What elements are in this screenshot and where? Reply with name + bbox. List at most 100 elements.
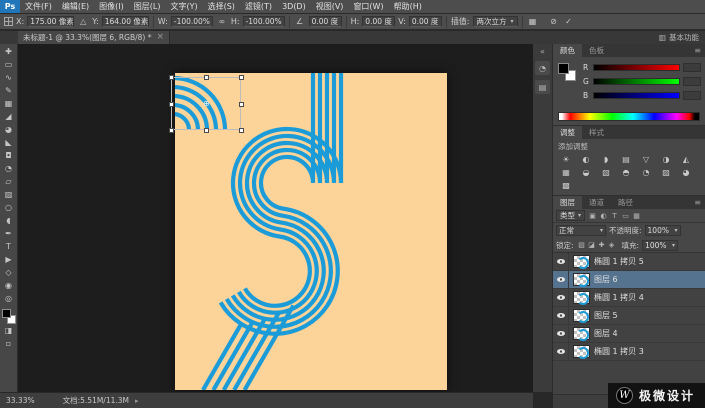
adjustment-icon[interactable]: ◑ [656,153,676,166]
transform-handle[interactable] [239,102,244,107]
tab-color[interactable]: 颜色 [553,44,582,57]
document-tab[interactable]: 未标题-1 @ 33.3%(图层 6, RGB/8) * × [18,31,170,44]
menubar-item[interactable]: 图层(L) [129,0,166,13]
rotation-input[interactable]: 0.00 度 [308,16,342,27]
layer-thumbnail[interactable] [573,327,590,341]
transform-bounding-box[interactable]: ⊕ [169,75,244,133]
layer-thumbnail[interactable] [573,291,590,305]
layer-visibility-toggle[interactable] [553,253,569,271]
cancel-transform-button[interactable]: ⊘ [548,16,560,28]
pen-tool[interactable]: ✒ [1,227,17,240]
gradient-tool[interactable]: ▨ [1,188,17,201]
hskew-input[interactable]: 0.00 度 [362,16,396,27]
adjustment-icon[interactable]: ◕ [676,166,696,179]
foreground-color-swatch[interactable] [1,309,11,318]
panel-menu-icon[interactable]: ≡ [694,44,705,57]
height-input[interactable]: -100.00% [242,16,285,27]
shape-tool[interactable]: ◇ [1,266,17,279]
panel-menu-icon[interactable]: ≡ [694,196,705,209]
adjustment-icon[interactable]: ▨ [656,166,676,179]
quick-mask-icon[interactable]: ◨ [1,324,17,337]
adjustment-icon[interactable]: ▩ [556,179,576,192]
adjustment-icon[interactable]: ▦ [556,166,576,179]
x-input[interactable]: 175.00 像素 [27,16,75,27]
channel-ramp[interactable] [593,77,680,85]
channel-value-field[interactable] [683,62,701,72]
menubar-item[interactable]: 窗口(W) [348,0,388,13]
eraser-tool[interactable]: ▱ [1,175,17,188]
opacity-input[interactable]: 100% ▾ [644,225,681,236]
expand-panels-icon[interactable]: « [540,47,545,56]
eyedropper-tool[interactable]: ◢ [1,110,17,123]
filter-shape-layers-icon[interactable]: ▭ [620,210,631,221]
spot-healing-brush-tool[interactable]: ◕ [1,123,17,136]
commit-transform-button[interactable]: ✓ [563,16,575,28]
layer-row[interactable]: 椭圆 1 拷贝 5 [553,253,705,271]
lock-transparency-icon[interactable]: ▨ [577,240,587,251]
interpolation-select[interactable]: 两次立方 ▾ [472,16,518,27]
zoom-level-field[interactable]: 33.33% [0,396,41,405]
filter-smart-objects-icon[interactable]: ▦ [631,210,642,221]
warp-mode-toggle[interactable]: ▦ [527,16,539,28]
layer-row[interactable]: 图层 5 [553,306,705,325]
menubar-item[interactable]: 滤镜(T) [240,0,277,13]
transform-handle[interactable] [239,128,244,133]
tab-close-icon[interactable]: × [156,33,164,42]
layer-filter-select[interactable]: 类型 ▾ [556,210,586,221]
tab-swatches[interactable]: 色板 [582,44,611,57]
layer-row[interactable]: 图层 6 [553,270,705,289]
history-panel-icon[interactable]: ◔ [535,61,550,75]
layer-thumbnail[interactable] [573,273,590,287]
layer-visibility-toggle[interactable] [553,324,569,343]
layer-thumbnail[interactable] [573,255,590,269]
channel-value-field[interactable] [683,76,701,86]
adjustment-icon[interactable]: ▽ [636,153,656,166]
lock-position-icon[interactable]: ✚ [597,240,607,251]
y-input[interactable]: 164.00 像素 [101,16,149,27]
tab-styles[interactable]: 样式 [582,126,611,139]
layer-thumbnail[interactable] [573,309,590,323]
vskew-input[interactable]: 0.00 度 [408,16,442,27]
workspace-switcher[interactable]: ▥ 基本功能 [659,31,699,44]
menubar-item[interactable]: 图像(I) [94,0,129,13]
transform-handle[interactable] [169,128,174,133]
layer-thumbnail[interactable] [573,345,590,359]
lock-pixels-icon[interactable]: ◪ [587,240,597,251]
dodge-tool[interactable]: ◖ [1,214,17,227]
tab-adjustments[interactable]: 调整 [553,126,582,139]
link-dimensions-icon[interactable]: ∞ [216,16,228,28]
blur-tool[interactable]: ○ [1,201,17,214]
adjustment-icon[interactable]: ◐ [576,153,596,166]
adjustment-icon[interactable]: ◗ [596,153,616,166]
path-selection-tool[interactable]: ▶ [1,253,17,266]
filter-pixel-layers-icon[interactable]: ▣ [587,210,598,221]
relative-position-toggle[interactable]: △ [77,16,89,28]
adjustment-icon[interactable]: ☀ [556,153,576,166]
lasso-tool[interactable]: ∿ [1,71,17,84]
fill-input[interactable]: 100% ▾ [642,239,679,251]
blend-mode-select[interactable]: 正常 ▾ [556,225,606,236]
menubar-item[interactable]: 文字(Y) [165,0,202,13]
menubar-item[interactable]: 帮助(H) [389,0,427,13]
quick-selection-tool[interactable]: ✎ [1,84,17,97]
tab-paths[interactable]: 路径 [611,196,640,209]
move-tool[interactable]: ✚ [1,45,17,58]
reference-point-locator[interactable] [4,17,13,26]
layer-row[interactable]: 椭圆 1 拷贝 3 [553,342,705,361]
tab-channels[interactable]: 通道 [582,196,611,209]
zoom-tool[interactable]: ◎ [1,292,17,305]
type-tool[interactable]: T [1,240,17,253]
canvas-area[interactable]: ⊕ [18,44,533,392]
rectangular-marquee-tool[interactable]: ▭ [1,58,17,71]
menubar-item[interactable]: 编辑(E) [57,0,94,13]
width-input[interactable]: -100.00% [170,16,213,27]
adjustment-icon[interactable]: ▧ [596,166,616,179]
panel-foreground-swatch[interactable] [558,63,569,74]
layer-visibility-toggle[interactable] [553,270,569,289]
layer-visibility-toggle[interactable] [553,306,569,325]
channel-value-field[interactable] [683,90,701,100]
layer-row[interactable]: 椭圆 1 拷贝 4 [553,288,705,307]
adjustment-icon[interactable]: ◒ [576,166,596,179]
brush-tool[interactable]: ◣ [1,136,17,149]
adjustment-icon[interactable]: ◓ [616,166,636,179]
